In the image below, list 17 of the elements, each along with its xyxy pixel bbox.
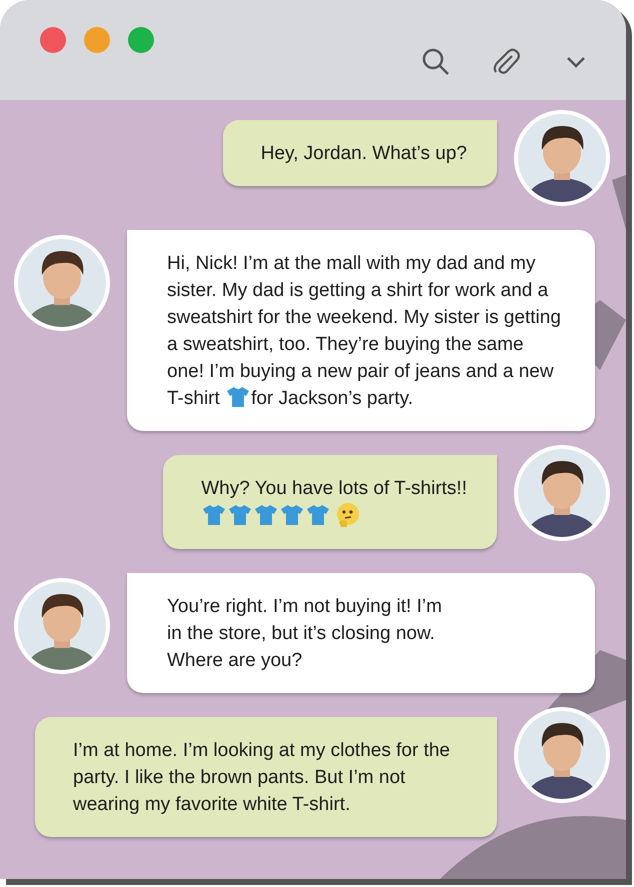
- t-shirt-icon: [280, 504, 304, 526]
- avatar-icon: [514, 707, 610, 803]
- avatar-icon: [514, 110, 610, 206]
- avatar-icon: [14, 235, 110, 331]
- message-bubble: Why? You have lots of T-shirts!!: [163, 455, 497, 549]
- message-bubble: I’m at home. I’m looking at my clothes for the party. I like the brown pants. But I’m not wearing my favorite white T-shirt.: [35, 717, 497, 837]
- message-bubble: Hey, Jordan. What’s up?: [222, 120, 497, 186]
- message-bubble: You’re right. I’m not buying it! I’m in the store, but it’s closing now. Where are you?: [127, 573, 595, 693]
- t-shirt-icon: [226, 386, 250, 408]
- thinking-emoji-icon: [335, 502, 362, 528]
- t-shirt-icon: [306, 504, 330, 526]
- t-shirt-icon: [228, 504, 252, 526]
- t-shirt-icon: [202, 504, 226, 526]
- avatar-icon: [14, 578, 110, 674]
- t-shirt-icon: [254, 504, 278, 526]
- avatar-icon: [514, 445, 610, 541]
- message-bubble: Hi, Nick! I’m at the mall with my dad and my sister. My dad is getting a shirt for work and a sweatshirt for the weekend. My sister is getting a sweatshirt, too. They’re buying the same one! I’m buying a new pair of jeans and a new T-shirt for Jackson’s party.: [127, 230, 595, 431]
